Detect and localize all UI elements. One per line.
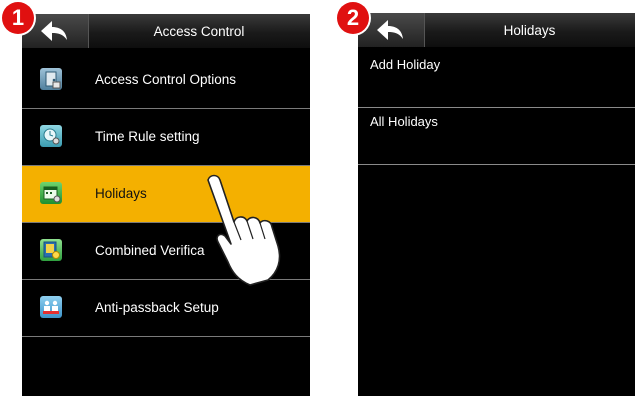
page-title: Holidays <box>503 23 556 38</box>
combined-verify-icon <box>40 239 62 261</box>
back-arrow-icon <box>41 21 67 41</box>
back-arrow-icon <box>377 20 403 40</box>
step-badge-2: 2 <box>337 2 369 34</box>
title-bar: Access Control <box>22 14 310 48</box>
tap-hand-icon <box>207 174 281 286</box>
menu-item-label: Holidays <box>95 186 147 201</box>
menu-item-label: Anti-passback Setup <box>95 300 219 315</box>
list-item-label: All Holidays <box>370 114 438 129</box>
menu-item-label: Time Rule setting <box>95 129 200 144</box>
clock-gear-icon <box>40 125 62 147</box>
list-item-label: Add Holiday <box>370 57 441 72</box>
calendar-icon <box>40 182 62 204</box>
menu-item-label: Access Control Options <box>95 72 237 87</box>
step-badge-1: 1 <box>2 2 34 34</box>
page-title: Access Control <box>153 24 245 39</box>
list-item-all-holidays[interactable]: All Holidays <box>358 108 635 165</box>
title-bar: Holidays <box>358 13 635 47</box>
door-options-icon <box>40 68 62 90</box>
menu-item-label: Combined Verifica <box>95 243 205 258</box>
anti-passback-icon <box>40 296 62 318</box>
menu-item-time-rule-setting[interactable]: Time Rule setting <box>22 109 310 166</box>
list-item-add-holiday[interactable]: Add Holiday <box>358 51 635 108</box>
holidays-screen: Holidays Add Holiday All Holidays <box>358 13 635 396</box>
menu-item-access-control-options[interactable]: Access Control Options <box>22 52 310 109</box>
menu-item-anti-passback-setup[interactable]: Anti-passback Setup <box>22 280 310 337</box>
